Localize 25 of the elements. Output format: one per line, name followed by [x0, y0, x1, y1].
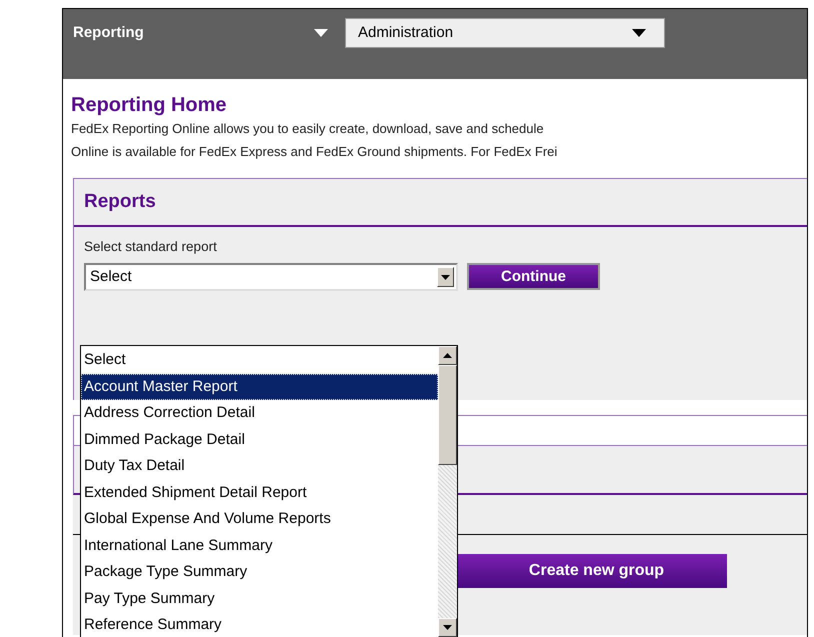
- dropdown-option[interactable]: International Lane Summary: [81, 532, 438, 559]
- dropdown-option[interactable]: Account Master Report: [81, 374, 438, 400]
- dropdown-option[interactable]: Extended Shipment Detail Report: [81, 480, 438, 506]
- scrollbar[interactable]: [438, 346, 457, 637]
- dropdown-option[interactable]: Select: [81, 347, 438, 374]
- dropdown-option[interactable]: Reference Summary: [81, 612, 438, 637]
- caret-icon: [437, 267, 454, 288]
- tab[interactable]: Administration: [345, 18, 665, 48]
- dropdown-option[interactable]: Address Correction Detail: [81, 400, 438, 426]
- description-line: FedEx Reporting Online allows you to easily create, download, save and schedule: [71, 120, 545, 138]
- scroll-thumb[interactable]: [438, 365, 457, 465]
- scroll-up-icon[interactable]: [438, 346, 457, 365]
- dropdown-option[interactable]: Package Type Summary: [81, 559, 438, 586]
- dropdown-option[interactable]: Pay Type Summary: [81, 586, 438, 612]
- scroll-down-icon[interactable]: [438, 618, 457, 637]
- create-group-button[interactable]: Create new group: [456, 554, 727, 588]
- description-line: Online is available for FedEx Express and FedEx Ground shipments. For FedEx Frei: [71, 143, 558, 161]
- caret-icon: [632, 29, 646, 37]
- caret-icon: [314, 29, 328, 37]
- report-select[interactable]: Select: [84, 263, 458, 292]
- panel-title: Reports: [84, 190, 156, 214]
- page-title: Reporting Home: [71, 93, 228, 117]
- field-label: Select standard report: [83, 238, 218, 256]
- dropdown-option[interactable]: Dimmed Package Detail: [81, 426, 438, 453]
- continue-button[interactable]: Continue: [467, 263, 600, 290]
